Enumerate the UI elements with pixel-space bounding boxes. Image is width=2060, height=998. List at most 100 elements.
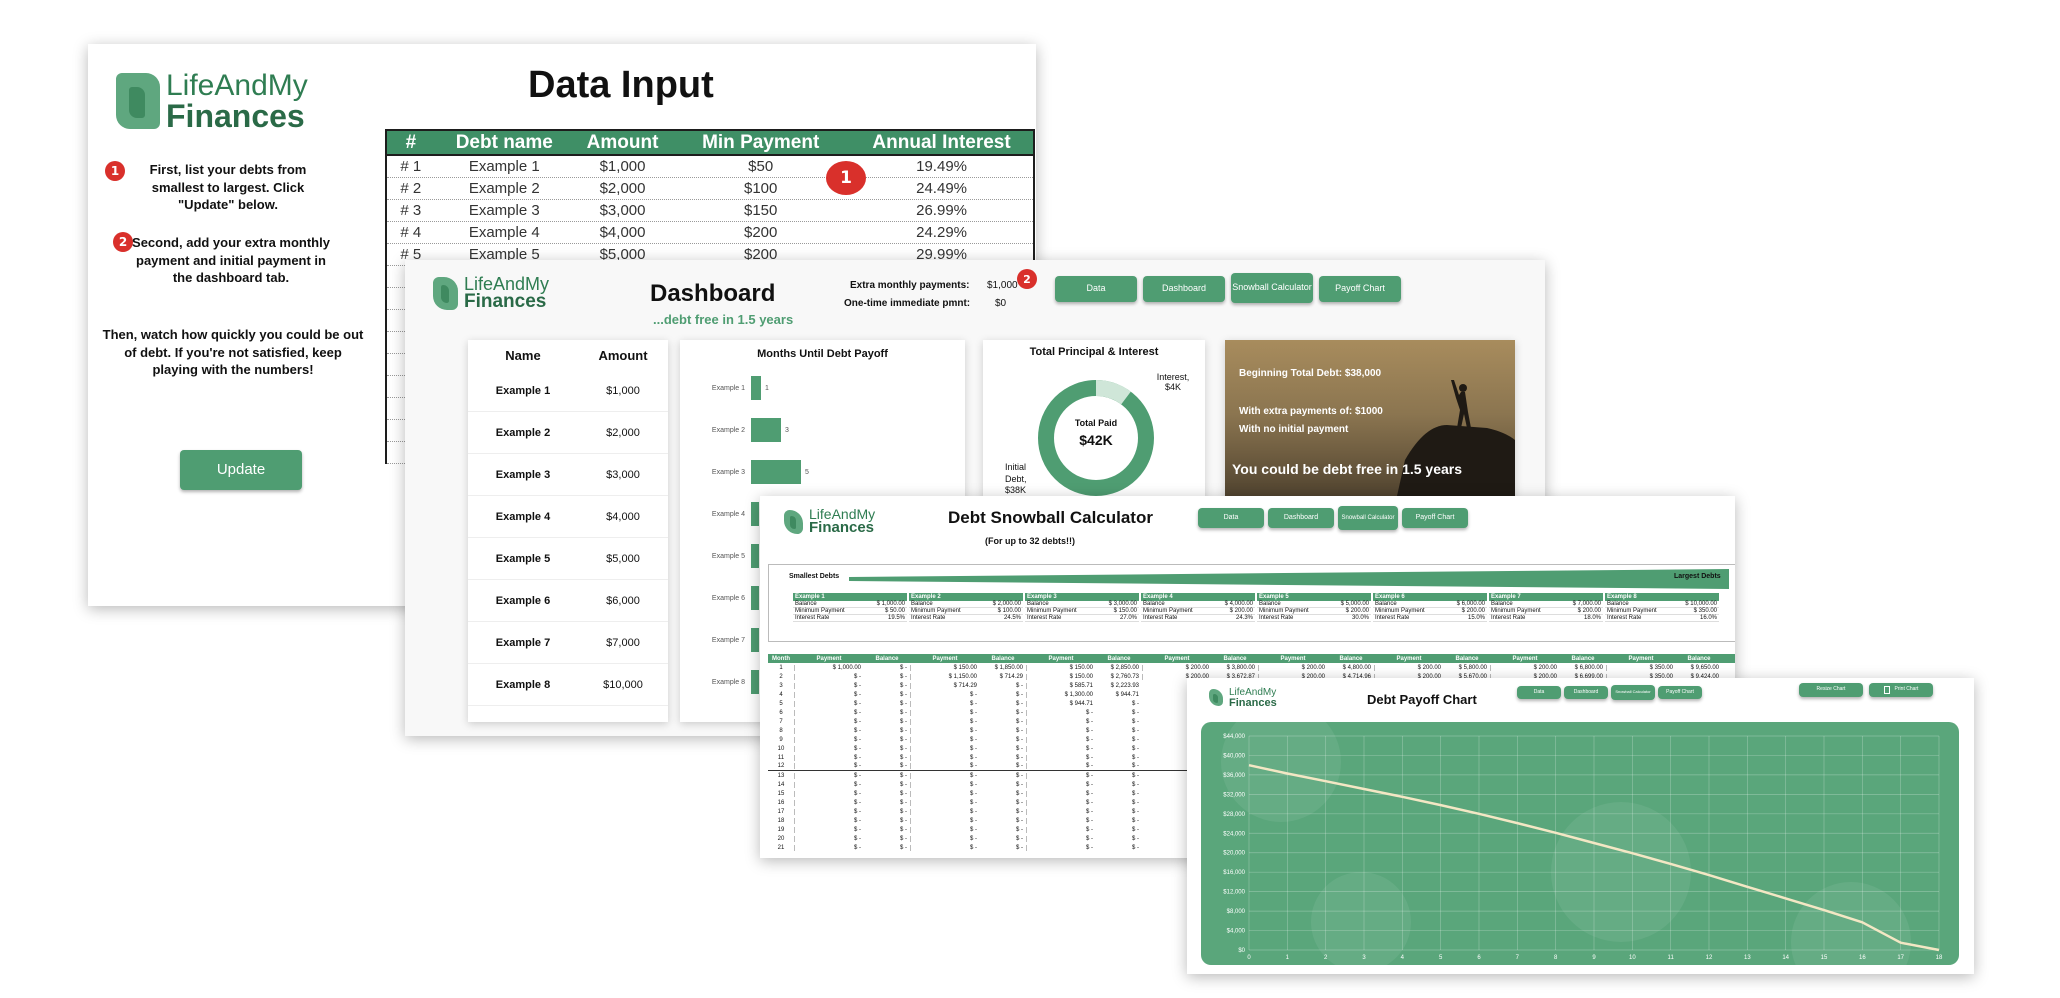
bar-row: Example 6 <box>680 586 763 610</box>
month-cell: 12 <box>777 763 785 769</box>
debt-name-cell[interactable]: Example 3 <box>435 202 574 219</box>
nav-payoff-chart-button[interactable]: Payoff Chart <box>1319 276 1401 302</box>
nav-dashboard-button[interactable]: Dashboard <box>1143 276 1225 302</box>
table-row: # 1 Example 1 $1,000 $50 19.49% <box>387 156 1033 178</box>
field-label: Interest Rate <box>1259 615 1294 621</box>
table-step-1-badge: 1 <box>826 161 866 195</box>
nav-snowball-button[interactable]: Snowball Calculator <box>1231 273 1313 303</box>
month-cell: 10 <box>777 745 785 752</box>
balance-cell: $ - <box>1131 790 1139 797</box>
balance-cell: $ - <box>1015 826 1023 833</box>
payment-cell: $ 1,300.00 <box>1026 691 1096 698</box>
nav-payoff-chart-button[interactable]: Payoff Chart <box>1402 508 1468 528</box>
debt-name: Example 5 <box>495 552 551 565</box>
payment-cell: $ - <box>910 808 980 815</box>
print-chart-button[interactable]: Print Chart <box>1869 683 1933 697</box>
field-value: 19.5% <box>887 615 905 621</box>
payment-cell: $ 150.00 <box>1026 664 1096 671</box>
interest-cell[interactable]: 24.29% <box>850 224 1033 241</box>
month-cell: 9 <box>779 736 783 743</box>
nav-dashboard-button[interactable]: Dashboard <box>1564 686 1608 699</box>
amount-cell[interactable]: $4,000 <box>574 224 671 241</box>
bar-label: Example 5 <box>711 552 745 560</box>
row-number: # 2 <box>400 180 422 197</box>
debt-amount: $1,000 <box>606 384 640 397</box>
balance-header: Balance <box>1223 655 1247 662</box>
payment-cell: $ - <box>910 763 980 769</box>
debt-name: Example 4 <box>495 510 551 523</box>
debt-header: Example 1 <box>793 593 907 601</box>
payment-cell: $ - <box>1026 790 1096 797</box>
bar-label: Example 2 <box>711 426 745 434</box>
month-cell: 5 <box>779 700 783 707</box>
payment-cell: $ - <box>1026 835 1096 842</box>
interest-cell[interactable]: 19.49% <box>850 158 1033 175</box>
payment-cell: $ - <box>1026 781 1096 788</box>
donut-center-value: $42K <box>1079 432 1113 448</box>
payment-cell: $ - <box>910 700 980 707</box>
balance-cell: $ 3,800.00 <box>1226 664 1255 671</box>
col-header-annual-interest: Annual Interest <box>872 131 1011 153</box>
photo-headline: You could be debt free in 1.5 years <box>1232 461 1463 477</box>
debt-column: Example 6 Balance $ 6,000.00 Minimum Paymen… <box>1373 593 1487 622</box>
x-tick-label: 15 <box>1821 955 1828 961</box>
nav-snowball-button[interactable]: Snowball Calculator <box>1611 685 1655 700</box>
balance-cell: $ 2,223.93 <box>1110 682 1139 689</box>
min-payment-cell[interactable]: $50 <box>671 158 850 175</box>
debt-column: Example 3 Balance $ 3,000.00 Minimum Paymen… <box>1025 593 1139 622</box>
nav-data-button[interactable]: Data <box>1055 276 1137 302</box>
x-tick-label: 8 <box>1554 955 1558 961</box>
update-button[interactable]: Update <box>180 450 302 490</box>
debt-field-row: Balance $ 4,000.00 <box>1141 601 1255 608</box>
photo-line-1: Beginning Total Debt: $38,000 <box>1239 368 1382 379</box>
smallest-debts-label: Smallest Debts <box>789 573 840 580</box>
min-payment-cell[interactable]: $100 <box>671 180 850 197</box>
field-value: 30.0% <box>1351 615 1369 621</box>
balance-cell: $ - <box>899 826 907 833</box>
amount-cell[interactable]: $2,000 <box>574 180 671 197</box>
snowball-wedge <box>849 569 1729 589</box>
payment-cell: $ - <box>794 727 864 734</box>
field-value: 27.0% <box>1119 615 1137 621</box>
debt-name-cell[interactable]: Example 1 <box>435 158 574 175</box>
interest-cell[interactable]: 24.49% <box>850 180 1033 197</box>
amount-cell[interactable]: $3,000 <box>574 202 671 219</box>
y-tick-label: $0 <box>1238 948 1245 954</box>
nav-snowball-button[interactable]: Snowball Calculator <box>1338 506 1398 530</box>
balance-cell: $ - <box>899 691 907 698</box>
logo-text-top: LifeAndMy <box>166 69 308 102</box>
debt-name-cell[interactable]: Example 4 <box>435 224 574 241</box>
field-label: Interest Rate <box>1027 615 1062 621</box>
debt-field-row: Balance $ 6,000.00 <box>1373 601 1487 608</box>
balance-cell: $ 1,850.00 <box>994 664 1023 671</box>
nav-data-button[interactable]: Data <box>1517 686 1561 699</box>
interest-cell[interactable]: 26.99% <box>850 202 1033 219</box>
min-payment-cell[interactable]: $150 <box>671 202 850 219</box>
extra-payment-value[interactable]: $1,000 <box>987 280 1018 291</box>
month-cell: 21 <box>777 844 785 851</box>
balance-cell: $ - <box>1015 772 1023 779</box>
debt-amount: $10,000 <box>603 678 643 691</box>
donut-interest-label: Interest, $4K <box>1156 372 1190 392</box>
list-item: Example 2 $2,000 <box>468 412 668 454</box>
nav-payoff-chart-button[interactable]: Payoff Chart <box>1658 686 1702 699</box>
field-value: $ 150.00 <box>1113 608 1137 614</box>
step-2-badge: 2 <box>1017 269 1037 289</box>
balance-cell: $ - <box>1131 835 1139 842</box>
debt-name-cell[interactable]: Example 2 <box>435 180 574 197</box>
onetime-payment-value[interactable]: $0 <box>995 298 1006 309</box>
payment-header: Payment <box>1396 655 1422 662</box>
balance-cell: $ - <box>1131 754 1139 761</box>
min-payment-cell[interactable]: $200 <box>671 224 850 241</box>
x-tick-label: 10 <box>1629 955 1636 961</box>
y-tick-label: $20,000 <box>1223 851 1245 857</box>
nav-dashboard-button[interactable]: Dashboard <box>1268 508 1334 528</box>
payment-cell: $ - <box>794 745 864 752</box>
payment-cell: $ 200.00 <box>1258 664 1328 671</box>
payment-cell: $ 200.00 <box>1142 664 1212 671</box>
resize-chart-button[interactable]: Resize Chart <box>1799 683 1863 697</box>
nav-data-button[interactable]: Data <box>1198 508 1264 528</box>
amount-cell[interactable]: $1,000 <box>574 158 671 175</box>
list-item: Example 3 $3,000 <box>468 454 668 496</box>
logo-text-bottom: Finances <box>166 97 305 134</box>
